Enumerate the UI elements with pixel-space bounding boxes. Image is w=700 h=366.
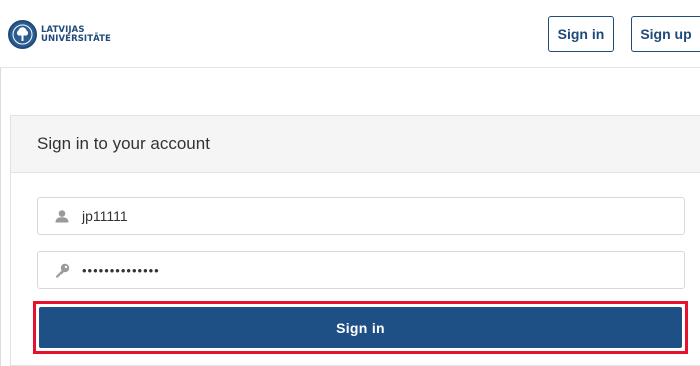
username-input[interactable]: jp11111 bbox=[37, 197, 685, 235]
key-icon bbox=[52, 263, 72, 278]
sign-in-highlight-box: Sign in bbox=[33, 301, 688, 354]
header-sign-up-button[interactable]: Sign up bbox=[631, 16, 700, 52]
sign-in-title: Sign in to your account bbox=[37, 134, 210, 153]
university-seal-icon bbox=[8, 20, 37, 49]
header-sign-in-button[interactable]: Sign in bbox=[548, 16, 614, 52]
password-masked-value: •••••••••••••• bbox=[82, 262, 160, 278]
top-navigation-bar: LATVIJAS UNIVERSITĀTE Sign in Sign up bbox=[0, 0, 700, 68]
username-value: jp11111 bbox=[82, 208, 128, 224]
sign-in-card-header: Sign in to your account bbox=[11, 116, 700, 173]
password-input[interactable]: •••••••••••••• bbox=[37, 251, 685, 289]
logo-wordmark: LATVIJAS UNIVERSITĀTE bbox=[41, 25, 111, 44]
university-logo[interactable]: LATVIJAS UNIVERSITĀTE bbox=[8, 20, 111, 49]
sign-in-submit-button[interactable]: Sign in bbox=[39, 307, 682, 348]
user-icon bbox=[52, 209, 72, 223]
logo-line-2: UNIVERSITĀTE bbox=[41, 33, 111, 44]
